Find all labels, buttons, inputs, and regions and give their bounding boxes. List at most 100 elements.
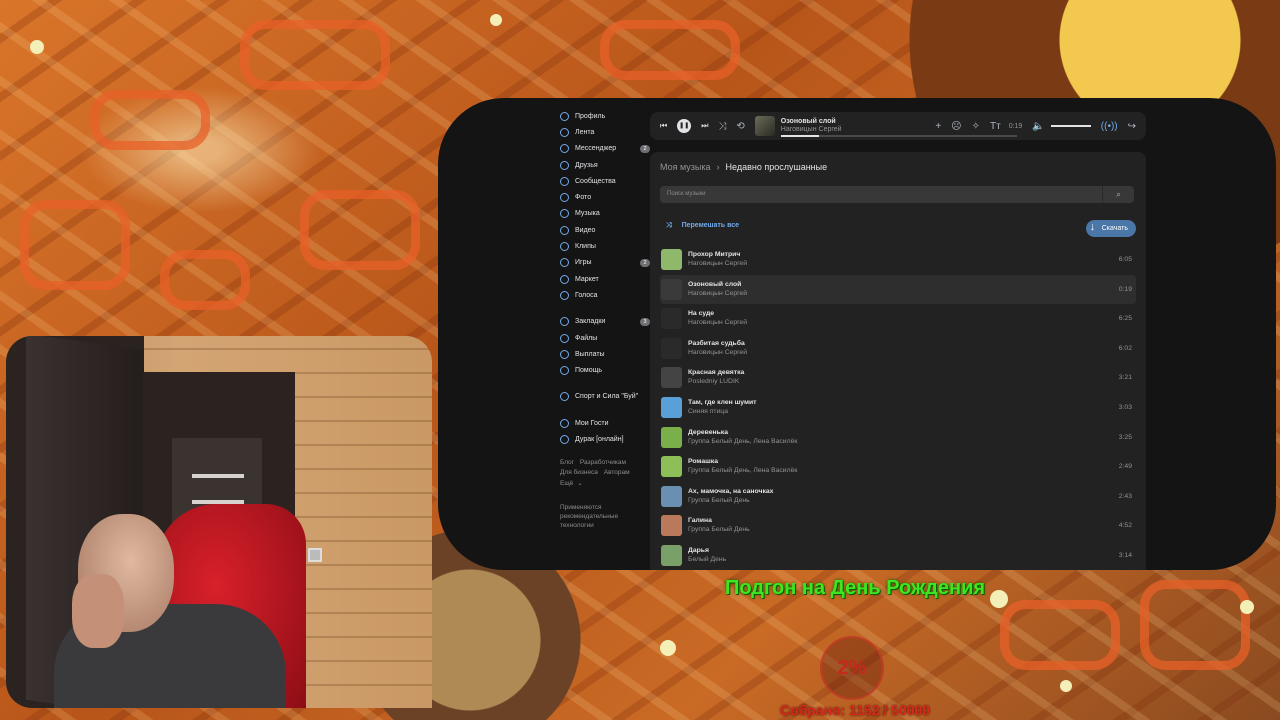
search-input[interactable]: Поиск музыки [660,186,1134,203]
now-playing-cover[interactable] [754,116,775,136]
app-icon [560,418,569,428]
sidebar-item[interactable]: Помощь [554,362,654,378]
sparkle-icon[interactable]: ✧ [972,121,980,132]
sidebar-item[interactable]: Маркет [554,271,654,287]
track-artist[interactable]: Наговицын Сергей [688,260,747,267]
crumb-my-music[interactable]: Моя музыка [660,162,711,172]
volume-icon[interactable]: 🔈 [1032,121,1044,132]
track-row[interactable]: Озоновый слой Наговицын Сергей 0:19 [660,274,1136,305]
reco-notice[interactable]: Применяются рекомендательные технологии [554,503,634,530]
sidebar-item[interactable]: Видео [554,222,654,238]
volume-slider[interactable] [1050,125,1091,127]
sidebar-item[interactable]: Друзья [554,157,654,173]
shuffle-icon: ⤨ [666,222,672,229]
track-row[interactable]: Ах, мамочка, на саночках Группа Белый Ден… [660,482,1136,512]
download-button[interactable]: ↓ Скачать [1085,220,1136,237]
track-duration: 6:02 [1118,344,1132,352]
track-artist[interactable]: Синяя птица [688,408,728,415]
repeat-icon[interactable]: ⟲ [736,121,744,132]
sidebar-item[interactable]: Файлы [554,330,654,346]
sidebar-item[interactable]: Голоса [554,287,654,303]
pause-icon[interactable]: ❚❚ [677,119,692,133]
prev-icon[interactable]: ⏮ [660,121,667,131]
track-artist[interactable]: Группа Белый День [688,497,750,504]
sidebar-item[interactable]: Выплаты [554,346,654,362]
track-row[interactable]: Ромашка Группа Белый День, Лена Василёк 2:… [660,452,1136,482]
footer-link-more[interactable]: Ещё [560,480,573,487]
track-row[interactable]: Галина Группа Белый День 4:52 [660,511,1136,541]
sidebar-item-label: Фото [575,194,592,202]
sidebar-item-label: Дурак [онлайн] [575,435,624,443]
shuffle-icon[interactable]: ⤨ [718,121,726,132]
sidebar-item-label: Клипы [575,243,596,251]
track-artist[interactable]: Наговицын Сергей [688,319,747,326]
track-cover[interactable] [661,249,682,270]
track-cover[interactable] [661,396,682,418]
track-cover[interactable] [661,367,682,389]
sidebar-item[interactable]: Музыка [554,206,654,222]
track-row[interactable]: Дарья Белый День 3:14 [660,541,1136,570]
bg-splash [490,14,502,26]
track-cover[interactable] [661,308,682,330]
donation-collected: Собрано: 1152 / 50000 [779,702,931,718]
track-title: Разбитая судьба [688,339,745,347]
track-artist[interactable]: Группа Белый День [688,526,750,533]
share-icon[interactable]: ↪ [1128,121,1136,132]
footer-link-business[interactable]: Для бизнеса [560,469,598,476]
footer-link-authors[interactable]: Авторам [604,469,630,476]
sidebar-item[interactable]: Профиль [554,108,654,124]
webcam-feed [6,336,432,708]
sidebar-item[interactable]: Мои Гости [554,415,654,431]
shuffle-all-button[interactable]: ⤨ Перемешать все [666,222,739,230]
track-row[interactable]: Там, где клен шумит Синяя птица 3:03 [660,393,1136,423]
sidebar-item[interactable]: Фото [554,189,654,205]
track-cover[interactable] [661,515,682,537]
track-artist[interactable]: Группа Белый День, Лена Василёк [688,467,797,474]
broadcast-icon[interactable]: ((•)) [1101,121,1118,132]
track-artist[interactable]: Белый День [688,556,726,563]
lyrics-icon[interactable]: Tт [990,121,1001,132]
now-playing[interactable]: Озоновый слой Наговицын Сергей [780,115,1017,137]
profile-icon [560,111,569,121]
sidebar-item[interactable]: Клипы [554,238,654,254]
track-row[interactable]: Красная девятка Posledniy LUDIK 3:21 [660,363,1136,393]
track-cover[interactable] [661,485,682,507]
next-icon[interactable]: ⏭ [701,121,708,131]
sidebar-item-label: Мессенджер [575,145,617,153]
track-artist[interactable]: Группа Белый День, Лена Василёк [688,438,797,445]
track-row[interactable]: Деревенька Группа Белый День, Лена Василё… [660,423,1136,453]
track-cover[interactable] [661,337,682,359]
dislike-icon[interactable]: ☹ [951,121,961,132]
sidebar-item[interactable]: Мессенджер 2 [554,141,654,157]
vk-window: Профиль Лента Мессенджер 2 Друзья Сообщества Ф… [438,98,1276,570]
add-icon[interactable]: + [935,121,941,132]
bg-pattern [1000,600,1120,670]
track-artist[interactable]: Posledniy LUDIK [688,378,739,385]
help-icon [560,366,569,376]
sidebar-item[interactable]: Лента [554,124,654,140]
sidebar-item[interactable]: Спорт и Сила "Буй" [554,389,654,405]
track-row[interactable]: Разбитая судьба Наговицын Сергей 6:02 [660,334,1136,364]
track-duration: 0:19 [1118,285,1132,293]
track-row[interactable]: Прохор Митрич Наговицын Сергей 6:05 [660,245,1136,275]
video-icon [560,225,569,235]
search-icon[interactable]: ⌕ [1102,186,1134,203]
counter-badge: 2 [640,144,650,153]
sidebar-item[interactable]: Закладки 3 [554,314,654,330]
sidebar-item[interactable]: Дурак [онлайн] [554,431,654,447]
page-title: Недавно прослушанные [725,162,828,172]
track-cover[interactable] [661,278,682,300]
sidebar-item[interactable]: Сообщества [554,173,654,189]
sidebar-item[interactable]: Игры 2 [554,255,654,271]
track-row[interactable]: На суде Наговицын Сергей 6:25 [660,304,1136,334]
track-artist[interactable]: Наговицын Сергей [688,349,747,356]
footer-link-blog[interactable]: Блог [560,459,574,466]
footer-link-dev[interactable]: Разработчикам [580,459,626,466]
donation-goal-title: Подгон на День Рождения [724,577,986,599]
track-cover[interactable] [661,456,682,478]
track-cover[interactable] [661,544,682,566]
market-icon [560,274,569,284]
track-artist[interactable]: Наговицын Сергей [688,290,747,297]
sidebar-item-label: Музыка [575,210,600,218]
track-cover[interactable] [661,426,682,448]
